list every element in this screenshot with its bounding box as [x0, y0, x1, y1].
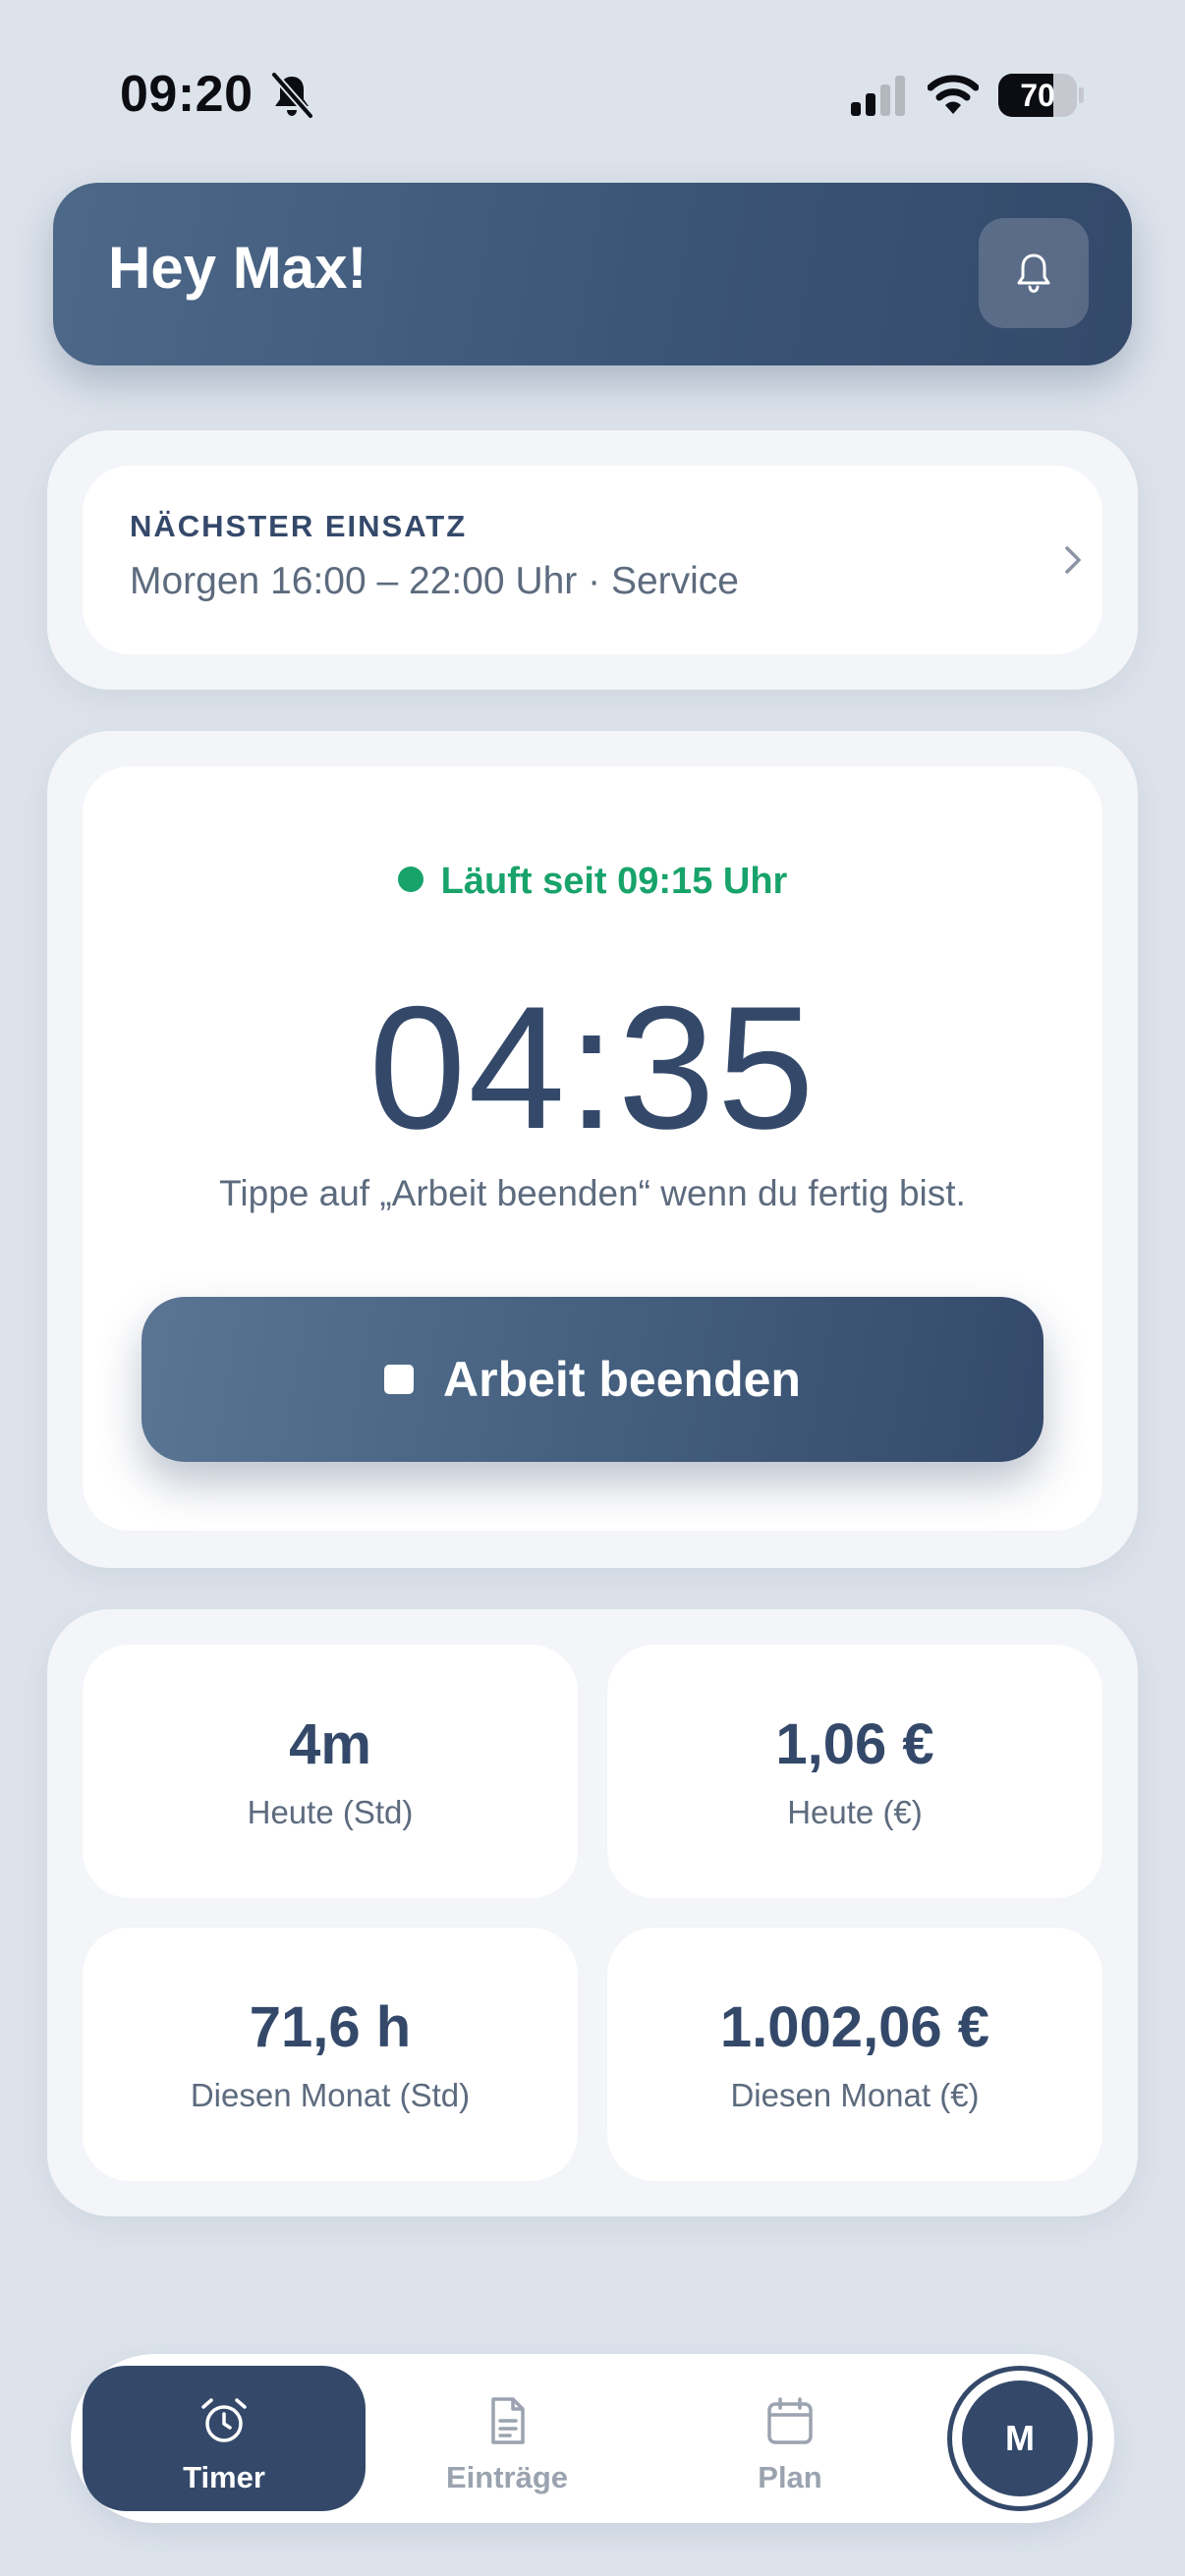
app-header: Hey Max!: [53, 183, 1132, 365]
next-shift-section: NÄCHSTER EINSATZ Morgen 16:00 – 22:00 Uh…: [47, 430, 1138, 690]
battery-percent: 70: [1020, 78, 1055, 113]
battery-icon: 70: [998, 74, 1084, 117]
nav-label: Plan: [758, 2460, 822, 2494]
stat-value: 1,06 €: [775, 1712, 934, 1776]
calendar-icon: [767, 2397, 813, 2444]
stop-work-button[interactable]: Arbeit beenden: [141, 1297, 1044, 1462]
nav-item-timer[interactable]: Timer: [83, 2366, 366, 2511]
next-shift-label: NÄCHSTER EINSATZ: [130, 509, 468, 543]
running-indicator-dot: [397, 867, 423, 892]
timer-running-status: Läuft seit 09:15 Uhr: [83, 861, 1102, 903]
next-shift-card[interactable]: NÄCHSTER EINSATZ Morgen 16:00 – 22:00 Uh…: [83, 466, 1102, 654]
profile-avatar-button[interactable]: M: [947, 2366, 1093, 2511]
stop-work-label: Arbeit beenden: [443, 1352, 801, 1407]
status-time: 09:20: [120, 66, 254, 123]
next-shift-detail: Morgen 16:00 – 22:00 Uhr · Service: [130, 560, 740, 602]
cellular-signal-icon: [851, 76, 905, 116]
stat-month-earnings: 1.002,06 € Diesen Monat (€): [607, 1928, 1102, 2181]
status-bar: 09:20 70: [0, 0, 1185, 187]
stat-label: Diesen Monat (€): [730, 2077, 980, 2113]
nav-item-plan[interactable]: Plan: [649, 2366, 931, 2511]
stat-value: 71,6 h: [249, 1995, 412, 2059]
stat-label: Heute (Std): [247, 1794, 414, 1830]
chevron-right-icon: [1065, 546, 1081, 574]
nav-label: Einträge: [445, 2460, 569, 2494]
app-screen: 09:20 70 Hey Max! NÄCHSTER EINSATZ Morge…: [0, 0, 1185, 2576]
stat-value: 1.002,06 €: [719, 1995, 990, 2059]
bottom-navigation: Timer Einträge Plan M: [71, 2354, 1114, 2523]
timer-hint: Tippe auf „Arbeit beenden“ wenn du ferti…: [219, 1173, 966, 1213]
stats-section: 4m Heute (Std) 1,06 € Heute (€) 71,6 h D…: [47, 1609, 1138, 2216]
document-icon: [491, 2397, 525, 2444]
stat-value: 4m: [289, 1712, 371, 1776]
elapsed-time: 04:35: [368, 970, 817, 1165]
stat-today-hours: 4m Heute (Std): [83, 1645, 578, 1898]
nav-label: Timer: [183, 2460, 265, 2494]
timer-running-text: Läuft seit 09:15 Uhr: [440, 861, 788, 902]
bell-slash-icon: [270, 71, 314, 120]
notifications-button[interactable]: [979, 218, 1089, 328]
stat-month-hours: 71,6 h Diesen Monat (Std): [83, 1928, 578, 2181]
stop-icon: [384, 1365, 415, 1394]
avatar: M: [962, 2380, 1078, 2496]
stat-today-earnings: 1,06 € Heute (€): [607, 1645, 1102, 1898]
stat-label: Diesen Monat (Std): [190, 2077, 471, 2113]
alarm-clock-icon: [201, 2398, 247, 2442]
timer-section: Läuft seit 09:15 Uhr 04:35 Tippe auf „Ar…: [47, 731, 1138, 1568]
timer-card: Läuft seit 09:15 Uhr 04:35 Tippe auf „Ar…: [83, 766, 1102, 1531]
stat-label: Heute (€): [787, 1794, 923, 1830]
bell-icon: [1017, 253, 1050, 294]
wifi-icon: [928, 75, 979, 114]
nav-item-entries[interactable]: Einträge: [366, 2366, 649, 2511]
greeting-title: Hey Max!: [108, 235, 367, 301]
